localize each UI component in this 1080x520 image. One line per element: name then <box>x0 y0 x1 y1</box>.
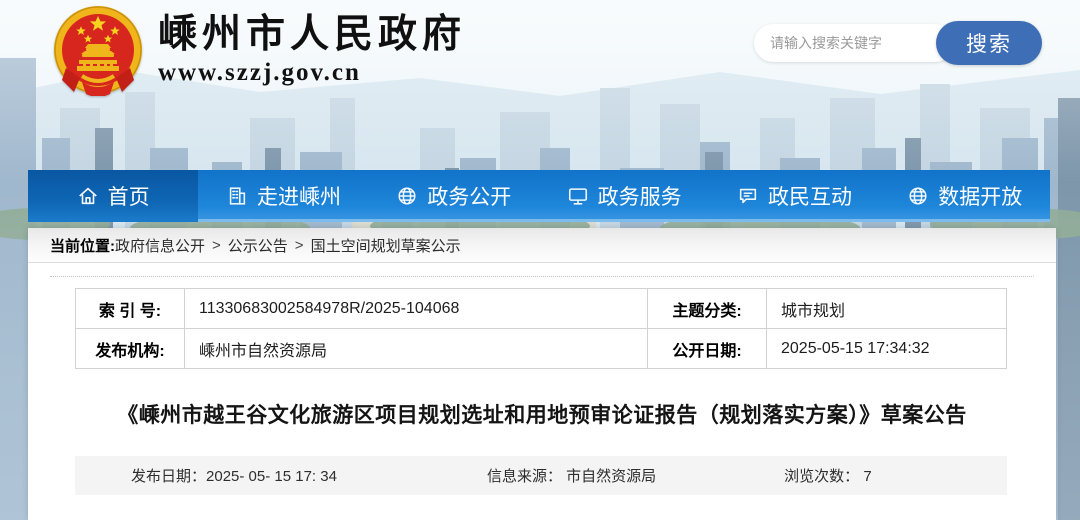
topic-category-value: 城市规划 <box>767 289 1007 329</box>
publication-date-value: 2025-05-15 17:34:32 <box>767 329 1007 369</box>
topic-category-label: 主题分类: <box>648 289 767 329</box>
nav-item-label: 数据开放 <box>938 181 1022 211</box>
nav-item-home[interactable]: 首页 <box>28 170 198 222</box>
publish-date: 发布日期：2025- 05- 15 17: 34 <box>131 465 337 486</box>
nav-item-label: 政民互动 <box>768 181 852 211</box>
brand-text: 嵊州市人民政府 www.szzj.gov.cn <box>158 13 466 88</box>
national-emblem-icon <box>52 4 144 96</box>
index-number-label: 索 引 号: <box>76 289 185 329</box>
dashed-divider <box>50 276 1034 277</box>
nav-item-label: 政务公开 <box>427 181 511 211</box>
search-bar: 搜索 <box>754 20 1042 66</box>
globe-icon <box>907 185 929 207</box>
info-source: 信息来源： 市自然资源局 <box>487 465 656 486</box>
nav-item-public-interaction[interactable]: 政民互动 <box>709 170 879 222</box>
publication-date-label: 公开日期: <box>648 329 767 369</box>
table-row: 索 引 号: 11330683002584978R/2025-104068 主题… <box>76 289 1007 329</box>
nav-item-about-shengzhou[interactable]: 走进嵊州 <box>198 170 368 222</box>
view-count: 浏览次数： 7 <box>784 465 872 486</box>
breadcrumb-separator: > <box>295 237 304 254</box>
home-icon <box>77 185 99 207</box>
document-info-table: 索 引 号: 11330683002584978R/2025-104068 主题… <box>75 288 1007 369</box>
chat-bubble-icon <box>737 185 759 207</box>
breadcrumb-link-gov-info[interactable]: 政府信息公开 <box>115 235 205 256</box>
breadcrumb: 当前位置: 政府信息公开 > 公示公告 > 国土空间规划草案公示 <box>28 228 1056 263</box>
site-header: 嵊州市人民政府 www.szzj.gov.cn 搜索 <box>0 0 1080 170</box>
nav-item-label: 首页 <box>108 181 150 211</box>
article-meta-bar: 发布日期：2025- 05- 15 17: 34 信息来源： 市自然资源局 浏览… <box>75 456 1007 495</box>
nav-item-gov-affairs-disclosure[interactable]: 政务公开 <box>369 170 539 222</box>
main-nav: 首页 走进嵊州 政务公开 <box>28 170 1050 222</box>
search-input[interactable] <box>754 24 954 62</box>
search-button[interactable]: 搜索 <box>936 21 1042 65</box>
breadcrumb-current-page[interactable]: 国土空间规划草案公示 <box>311 235 461 256</box>
site-title: 嵊州市人民政府 <box>158 13 466 58</box>
nav-item-label: 走进嵊州 <box>257 181 341 211</box>
nav-item-open-data[interactable]: 数据开放 <box>880 170 1050 222</box>
nav-item-label: 政务服务 <box>598 181 682 211</box>
breadcrumb-separator: > <box>212 237 221 254</box>
nav-item-gov-services[interactable]: 政务服务 <box>539 170 709 222</box>
index-number-value: 11330683002584978R/2025-104068 <box>185 289 648 329</box>
site-brand: 嵊州市人民政府 www.szzj.gov.cn <box>52 4 466 96</box>
page: 嵊州市人民政府 www.szzj.gov.cn 搜索 首页 <box>0 0 1080 520</box>
monitor-icon <box>567 185 589 207</box>
table-row: 发布机构: 嵊州市自然资源局 公开日期: 2025-05-15 17:34:32 <box>76 329 1007 369</box>
article-title: 《嵊州市越王谷文化旅游区项目规划选址和用地预审论证报告（规划落实方案）》草案公告 <box>58 399 1026 429</box>
globe-icon <box>396 185 418 207</box>
issuing-agency-value: 嵊州市自然资源局 <box>185 329 648 369</box>
issuing-agency-label: 发布机构: <box>76 329 185 369</box>
breadcrumb-link-public-notices[interactable]: 公示公告 <box>228 235 288 256</box>
building-icon <box>226 185 248 207</box>
content-panel: 当前位置: 政府信息公开 > 公示公告 > 国土空间规划草案公示 索 引 号: … <box>28 228 1056 520</box>
breadcrumb-prefix: 当前位置: <box>50 235 115 256</box>
site-url: www.szzj.gov.cn <box>158 59 466 87</box>
